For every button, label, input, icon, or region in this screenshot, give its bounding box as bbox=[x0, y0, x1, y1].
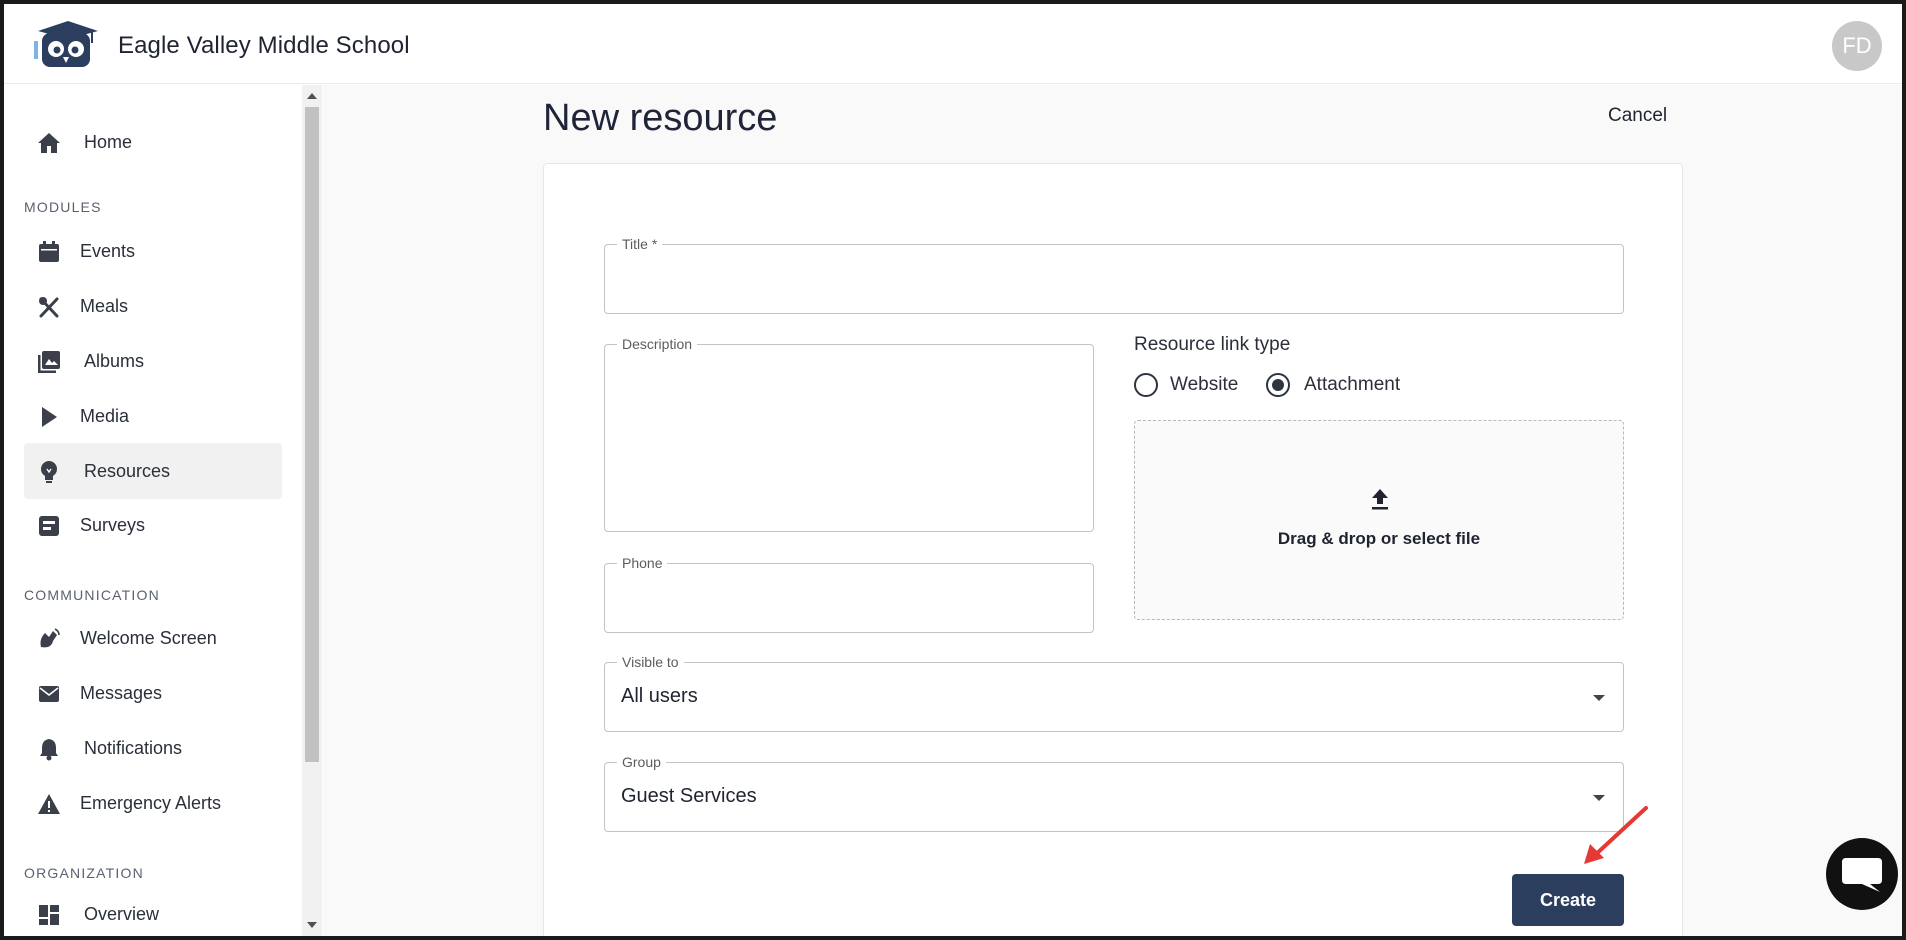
main-content: New resource Cancel Title * Description … bbox=[323, 85, 1902, 936]
sidebar-scrollbar[interactable] bbox=[302, 85, 322, 936]
sidebar-item-label: Surveys bbox=[80, 515, 146, 535]
description-field-label: Description bbox=[617, 336, 698, 352]
section-label-communication: COMMUNICATION bbox=[24, 587, 160, 603]
title-field-label: Title * bbox=[617, 236, 663, 252]
sidebar-item-events[interactable]: Events bbox=[24, 223, 282, 279]
envelope-icon bbox=[36, 681, 62, 707]
sidebar-item-overview[interactable]: Overview bbox=[24, 886, 282, 936]
website-radio[interactable] bbox=[1134, 373, 1158, 397]
photo-library-icon bbox=[36, 349, 62, 375]
resource-form-card: Title * Description Phone Resource link … bbox=[543, 163, 1683, 936]
sidebar-item-emergency-alerts[interactable]: Emergency Alerts bbox=[24, 775, 282, 831]
sidebar-item-label: Meals bbox=[80, 296, 129, 316]
cancel-button[interactable]: Cancel bbox=[1608, 105, 1667, 127]
sidebar-item-surveys[interactable]: Surveys bbox=[24, 497, 282, 553]
play-icon bbox=[36, 404, 62, 430]
sidebar-item-welcome-screen[interactable]: Welcome Screen bbox=[24, 610, 282, 666]
resource-link-type-label: Resource link type bbox=[1134, 334, 1291, 355]
school-name: Eagle Valley Middle School bbox=[118, 32, 410, 59]
section-label-modules: MODULES bbox=[24, 199, 102, 215]
sidebar-item-label: Albums bbox=[84, 351, 145, 371]
visible-to-value: All users bbox=[621, 685, 698, 707]
sidebar-item-label: Home bbox=[84, 132, 133, 152]
sidebar-item-label: Overview bbox=[84, 904, 160, 924]
sidebar-item-label: Resources bbox=[84, 461, 171, 481]
annotation-arrow-icon bbox=[1584, 806, 1648, 864]
website-radio-label[interactable]: Website bbox=[1170, 374, 1238, 396]
scroll-thumb[interactable] bbox=[305, 107, 319, 762]
scroll-down-arrow[interactable] bbox=[307, 922, 317, 928]
sidebar-item-albums[interactable]: Albums bbox=[24, 333, 282, 389]
chat-icon bbox=[1842, 858, 1882, 892]
sidebar-item-label: Emergency Alerts bbox=[80, 793, 222, 813]
visible-to-label: Visible to bbox=[617, 654, 684, 670]
section-label-organization: ORGANIZATION bbox=[24, 865, 144, 881]
sidebar: Home MODULES Events Meals Albums Media R… bbox=[4, 85, 302, 936]
home-icon bbox=[36, 130, 62, 156]
survey-icon bbox=[36, 513, 62, 539]
user-avatar[interactable]: FD bbox=[1832, 21, 1882, 71]
attachment-radio[interactable] bbox=[1266, 373, 1290, 397]
create-button[interactable]: Create bbox=[1512, 874, 1624, 926]
utensils-icon bbox=[36, 294, 62, 320]
sidebar-item-resources[interactable]: Resources bbox=[24, 443, 282, 499]
app-header: Eagle Valley Middle School FD bbox=[4, 4, 1902, 84]
group-value: Guest Services bbox=[621, 785, 757, 807]
phone-field[interactable]: Phone bbox=[604, 555, 1094, 633]
sidebar-item-meals[interactable]: Meals bbox=[24, 278, 282, 334]
wave-icon bbox=[36, 626, 62, 652]
group-select[interactable]: Group Guest Services bbox=[604, 754, 1624, 832]
phone-field-label: Phone bbox=[617, 555, 668, 571]
dropzone-text: Drag & drop or select file bbox=[1277, 529, 1481, 548]
lightbulb-icon bbox=[36, 459, 62, 485]
file-dropzone[interactable]: Drag & drop or select file bbox=[1134, 420, 1624, 620]
visible-to-select[interactable]: Visible to All users bbox=[604, 654, 1624, 732]
warning-icon bbox=[36, 791, 62, 817]
sidebar-item-label: Welcome Screen bbox=[80, 628, 217, 648]
dashboard-icon bbox=[36, 902, 62, 928]
sidebar-item-home[interactable]: Home bbox=[24, 114, 282, 170]
sidebar-item-media[interactable]: Media bbox=[24, 388, 282, 444]
chevron-down-icon bbox=[1593, 695, 1605, 701]
school-owl-logo[interactable] bbox=[30, 19, 100, 71]
group-label: Group bbox=[617, 754, 666, 770]
sidebar-item-notifications[interactable]: Notifications bbox=[24, 720, 282, 776]
calendar-icon bbox=[36, 239, 62, 265]
scroll-up-arrow[interactable] bbox=[307, 93, 317, 99]
chat-widget-button[interactable] bbox=[1826, 838, 1898, 910]
title-field[interactable]: Title * bbox=[604, 236, 1624, 314]
bell-icon bbox=[36, 736, 62, 762]
description-field[interactable]: Description bbox=[604, 336, 1094, 532]
sidebar-item-messages[interactable]: Messages bbox=[24, 665, 282, 721]
attachment-radio-label[interactable]: Attachment bbox=[1304, 374, 1400, 396]
sidebar-item-label: Events bbox=[80, 241, 136, 261]
page-title: New resource bbox=[543, 97, 778, 139]
upload-icon bbox=[1372, 489, 1388, 510]
chevron-down-icon bbox=[1593, 795, 1605, 801]
sidebar-item-label: Messages bbox=[80, 683, 163, 703]
sidebar-item-label: Media bbox=[80, 406, 130, 426]
sidebar-item-label: Notifications bbox=[84, 738, 183, 758]
